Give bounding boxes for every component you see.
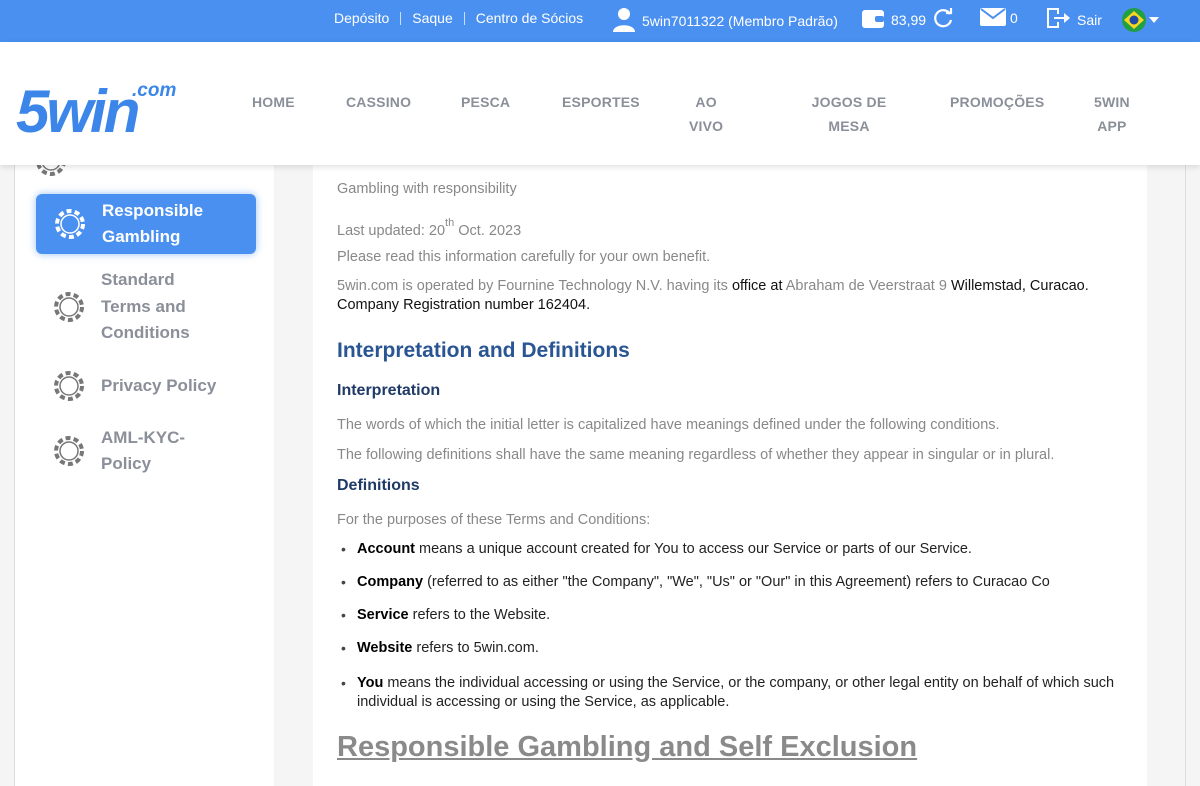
bullet-dot: • — [341, 675, 346, 691]
bullet-dot: • — [341, 541, 346, 557]
nav-cassino[interactable]: CASSINO — [346, 90, 411, 114]
sidebar-item-label: Responsible Gambling — [102, 200, 204, 247]
chevron-down-icon — [1149, 17, 1159, 23]
registration-number: Company Registration number 162404. — [337, 297, 591, 313]
operator-address: Abraham de Veerstraat 9 — [782, 278, 951, 294]
policy-sidebar: Responsible Gambling Standard Terms and … — [14, 146, 274, 786]
subheading-definitions: Definitions — [337, 477, 420, 494]
nav-esportes[interactable]: ESPORTES — [562, 90, 640, 114]
list-item: • Website refers to 5win.com. — [341, 639, 1121, 658]
list-item: • Service refers to the Website. — [341, 606, 1121, 625]
divider — [400, 11, 402, 25]
sidebar-item-responsible-gambling[interactable]: Responsible Gambling — [36, 194, 256, 254]
definition-text: refers to the Website. — [408, 607, 551, 623]
top-bar: Depósito Saque Centro de Sócios 5win7011… — [0, 0, 1200, 42]
user-menu[interactable]: 5win7011322 (Membro Padrão) — [612, 6, 838, 32]
refresh-icon[interactable] — [932, 7, 954, 29]
bullet-dot: • — [341, 640, 346, 656]
sidebar-item-label: AML-KYC-Policy — [101, 427, 186, 474]
updated-prefix: Last updated: 20 — [337, 222, 446, 239]
page-border — [1185, 165, 1186, 786]
policy-content: Gambling with responsibility Last update… — [313, 165, 1147, 786]
sidebar-item-aml-kyc[interactable]: AML-KYC-Policy — [35, 423, 257, 479]
divider — [463, 11, 465, 25]
chip-icon — [54, 371, 84, 401]
operator-office: office at — [731, 278, 783, 294]
definition-term: You — [357, 675, 384, 691]
chip-icon — [54, 436, 84, 466]
nav-home[interactable]: HOME — [252, 90, 295, 114]
nav-ao-vivo[interactable]: AO VIVO — [689, 90, 723, 138]
chip-icon — [54, 292, 84, 322]
user-icon — [613, 8, 635, 32]
wallet-balance[interactable]: 83,99 — [861, 6, 954, 30]
nav-promocoes[interactable]: PROMOÇÕES — [950, 90, 1044, 114]
definition-term: Service — [357, 607, 409, 623]
list-item: • Company (referred to as either "the Com… — [341, 573, 1121, 592]
definition-term: Company — [357, 574, 424, 590]
definition-term: Website — [357, 640, 413, 656]
definition-text: (referred to as either "the Company", "W… — [423, 574, 1050, 590]
interpretation-text-2: The following definitions shall have the… — [337, 447, 1055, 463]
read-notice: Please read this information carefully f… — [337, 249, 711, 265]
5win-logo[interactable]: 5win .com — [14, 70, 184, 140]
chip-icon — [55, 209, 85, 239]
bullet-dot: • — [341, 574, 346, 590]
intro-text: Gambling with responsibility — [337, 181, 517, 197]
messages-button[interactable]: 0 — [980, 7, 1018, 27]
updated-sup: th — [445, 217, 455, 229]
definitions-intro: For the purposes of these Terms and Cond… — [337, 512, 651, 528]
definition-text: refers to 5win.com. — [412, 640, 539, 656]
svg-text:.com: .com — [132, 80, 176, 101]
self-exclusion-link[interactable]: Responsible Gambling and Self Exclusion — [337, 731, 917, 764]
account-links: Depósito Saque Centro de Sócios — [334, 10, 583, 26]
mail-icon — [980, 8, 1006, 26]
section-heading: Interpretation and Definitions — [337, 339, 630, 362]
username: 5win7011322 (Membro Padrão) — [642, 12, 838, 29]
sidebar-item-label: Standard Terms and Conditions — [101, 270, 190, 343]
logout-label: Sair — [1077, 11, 1102, 28]
svg-text:5win: 5win — [16, 78, 139, 140]
nav-5win-app[interactable]: 5WIN APP — [1094, 90, 1130, 138]
definition-term: Account — [357, 541, 415, 557]
main-header: 5win .com HOME CASSINO PESCA ESPORTES AO… — [0, 42, 1200, 165]
definition-text: means a unique account created for You t… — [415, 541, 972, 557]
sidebar-item-label: Privacy Policy — [101, 375, 217, 395]
logout-icon — [1047, 8, 1070, 28]
bullet-dot: • — [341, 607, 346, 623]
balance-value: 83,99 — [891, 11, 927, 28]
sidebar-item-terms[interactable]: Standard Terms and Conditions — [35, 266, 257, 348]
definition-text: means the individual accessing or using … — [357, 675, 1115, 710]
operator-info: 5win.com is operated by Fournine Technol… — [337, 277, 1127, 315]
members-center-link[interactable]: Centro de Sócios — [476, 10, 583, 26]
interpretation-text-1: The words of which the initial letter is… — [337, 417, 1000, 433]
nav-pesca[interactable]: PESCA — [461, 90, 510, 114]
logout-button[interactable]: Sair — [1045, 6, 1102, 30]
wallet-icon — [862, 10, 884, 28]
deposit-link[interactable]: Depósito — [334, 10, 389, 26]
list-item: • Account means a unique account created … — [341, 540, 1121, 559]
nav-jogos-de-mesa[interactable]: JOGOS DE MESA — [805, 90, 893, 138]
message-count: 0 — [1010, 10, 1018, 26]
brazil-flag-icon — [1122, 8, 1146, 32]
last-updated: Last updated: 20th Oct. 2023 — [337, 217, 521, 241]
operator-city: Willemstad, Curacao. — [950, 278, 1089, 294]
updated-suffix: Oct. 2023 — [454, 222, 522, 239]
language-selector[interactable] — [1121, 7, 1159, 33]
list-item: • You means the individual accessing or u… — [341, 674, 1121, 712]
withdraw-link[interactable]: Saque — [412, 10, 452, 26]
sidebar-item-privacy[interactable]: Privacy Policy — [35, 370, 257, 402]
operator-text: 5win.com is operated by Fournine Technol… — [337, 278, 732, 294]
subheading-interpretation: Interpretation — [337, 382, 441, 399]
